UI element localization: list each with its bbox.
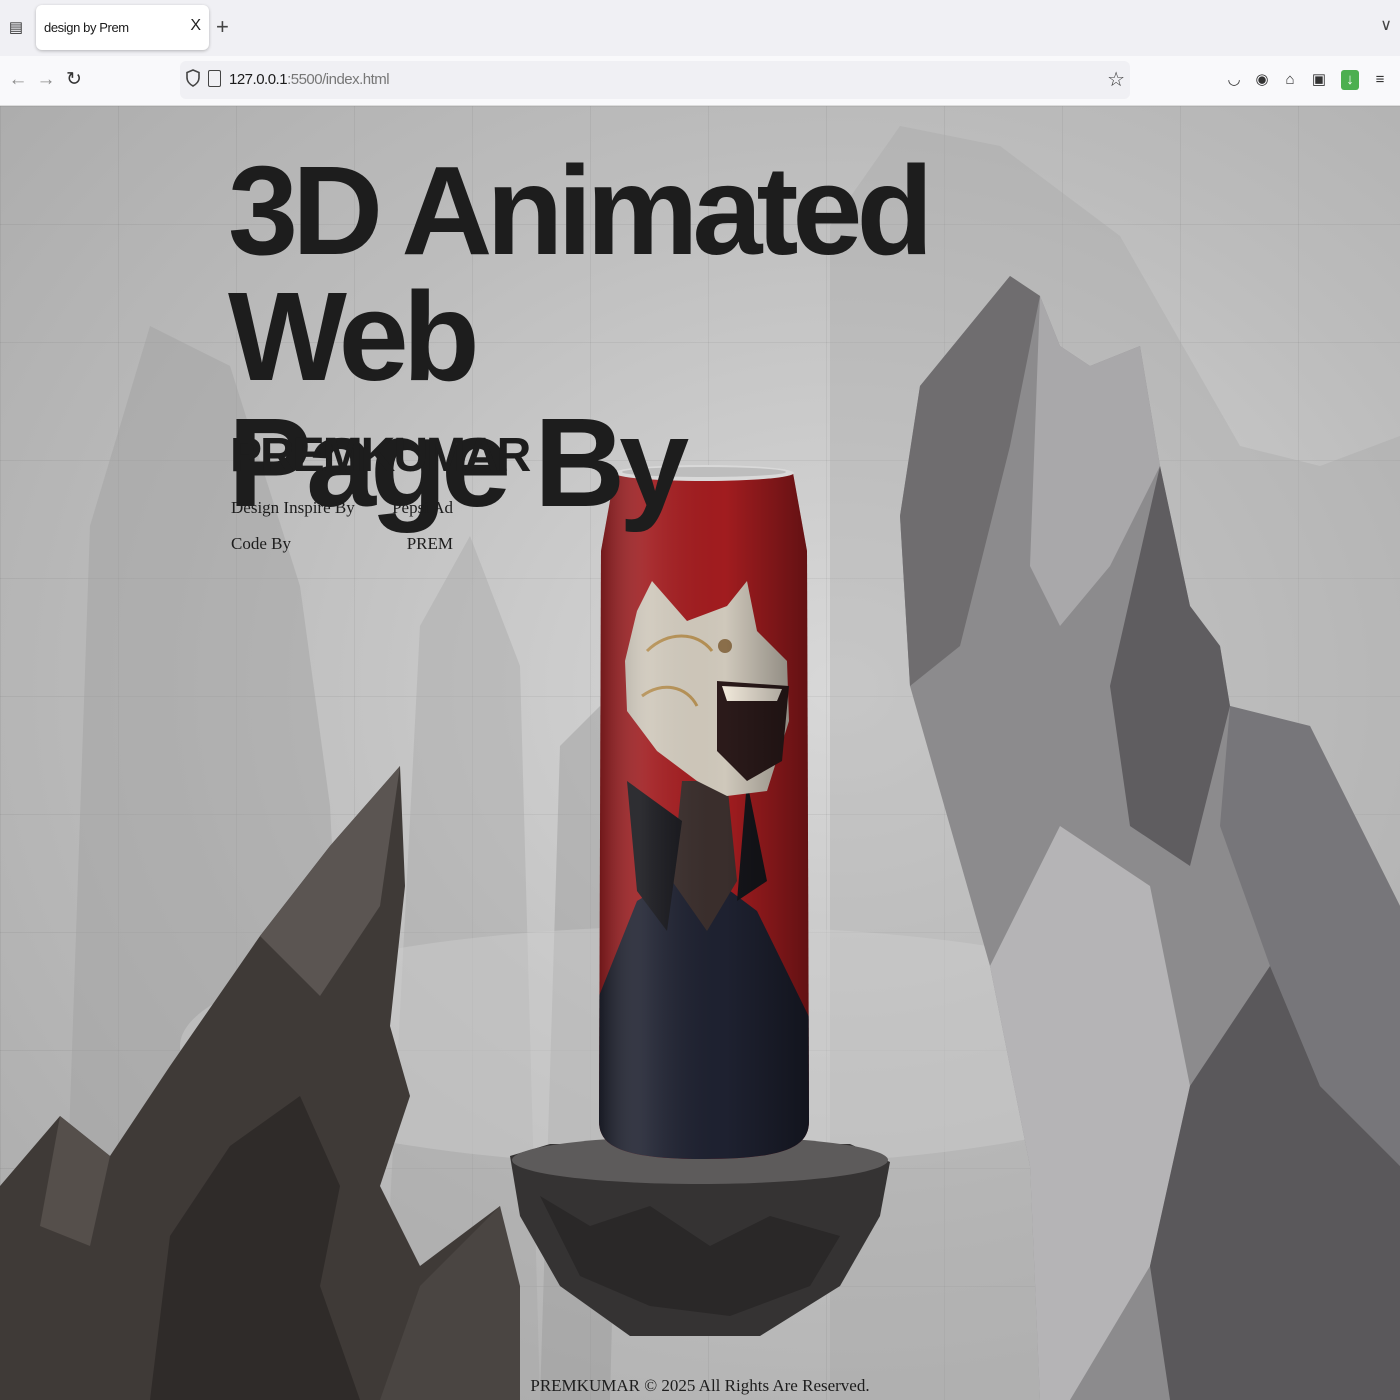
browser-tab[interactable]: design by Prem X [36, 5, 209, 50]
page-viewport: 3D Animated Web Page By PREMKUMAR Design… [0, 106, 1400, 1400]
extensions-icon[interactable]: ⌂ [1281, 70, 1299, 90]
ext-icon[interactable]: ▣ [1310, 70, 1328, 90]
hero-title-line-1: 3D Animated Web [228, 140, 933, 407]
pocket-icon[interactable]: ◡ [1225, 70, 1243, 90]
navigation-bar: ← → ↻ 127.0.0.1:5500/index.html ☆ ◡ ◉ ⌂ … [0, 56, 1400, 106]
author-name: PREMKUMAR [230, 429, 531, 482]
url-path: :5500/index.html [287, 71, 390, 88]
soda-can [599, 465, 809, 1159]
page-icon [208, 70, 221, 87]
footer-copyright: PREMKUMAR © 2025 All Rights Are Reserved… [530, 1376, 870, 1395]
credit-label: Code By [231, 534, 291, 553]
credit-row-design: Design Inspire By Pepsi Ad [231, 498, 453, 522]
tab-bar: ▤ design by Prem X + ∨ [0, 0, 1400, 56]
download-icon[interactable]: ↓ [1341, 70, 1359, 90]
credit-value: PREM [406, 534, 453, 553]
back-icon[interactable]: ← [6, 68, 30, 92]
pedestal-rock [510, 1136, 890, 1336]
tab-title: design by Prem [44, 20, 129, 35]
shield-icon[interactable] [186, 69, 200, 87]
new-tab-button[interactable]: + [216, 15, 229, 39]
bookmark-star-icon[interactable]: ☆ [1107, 67, 1125, 92]
tab-list-icon[interactable]: ▤ [6, 17, 26, 39]
forward-icon[interactable]: → [34, 68, 58, 92]
credit-row-code: Code By PREM [231, 534, 453, 558]
reload-icon[interactable]: ↻ [62, 68, 86, 92]
url-host: 127.0.0.1 [229, 71, 288, 88]
left-rock-formation [0, 766, 520, 1400]
close-tab-icon[interactable]: X [190, 17, 201, 35]
chevron-down-icon[interactable]: ∨ [1380, 15, 1392, 35]
credit-label: Design Inspire By [231, 498, 355, 517]
url-text[interactable]: 127.0.0.1:5500/index.html [229, 71, 390, 88]
credit-value: Pepsi Ad [392, 498, 453, 517]
account-icon[interactable]: ◉ [1253, 70, 1271, 90]
menu-icon[interactable]: ≡ [1371, 70, 1389, 90]
address-bar[interactable]: 127.0.0.1:5500/index.html ☆ [180, 61, 1130, 99]
